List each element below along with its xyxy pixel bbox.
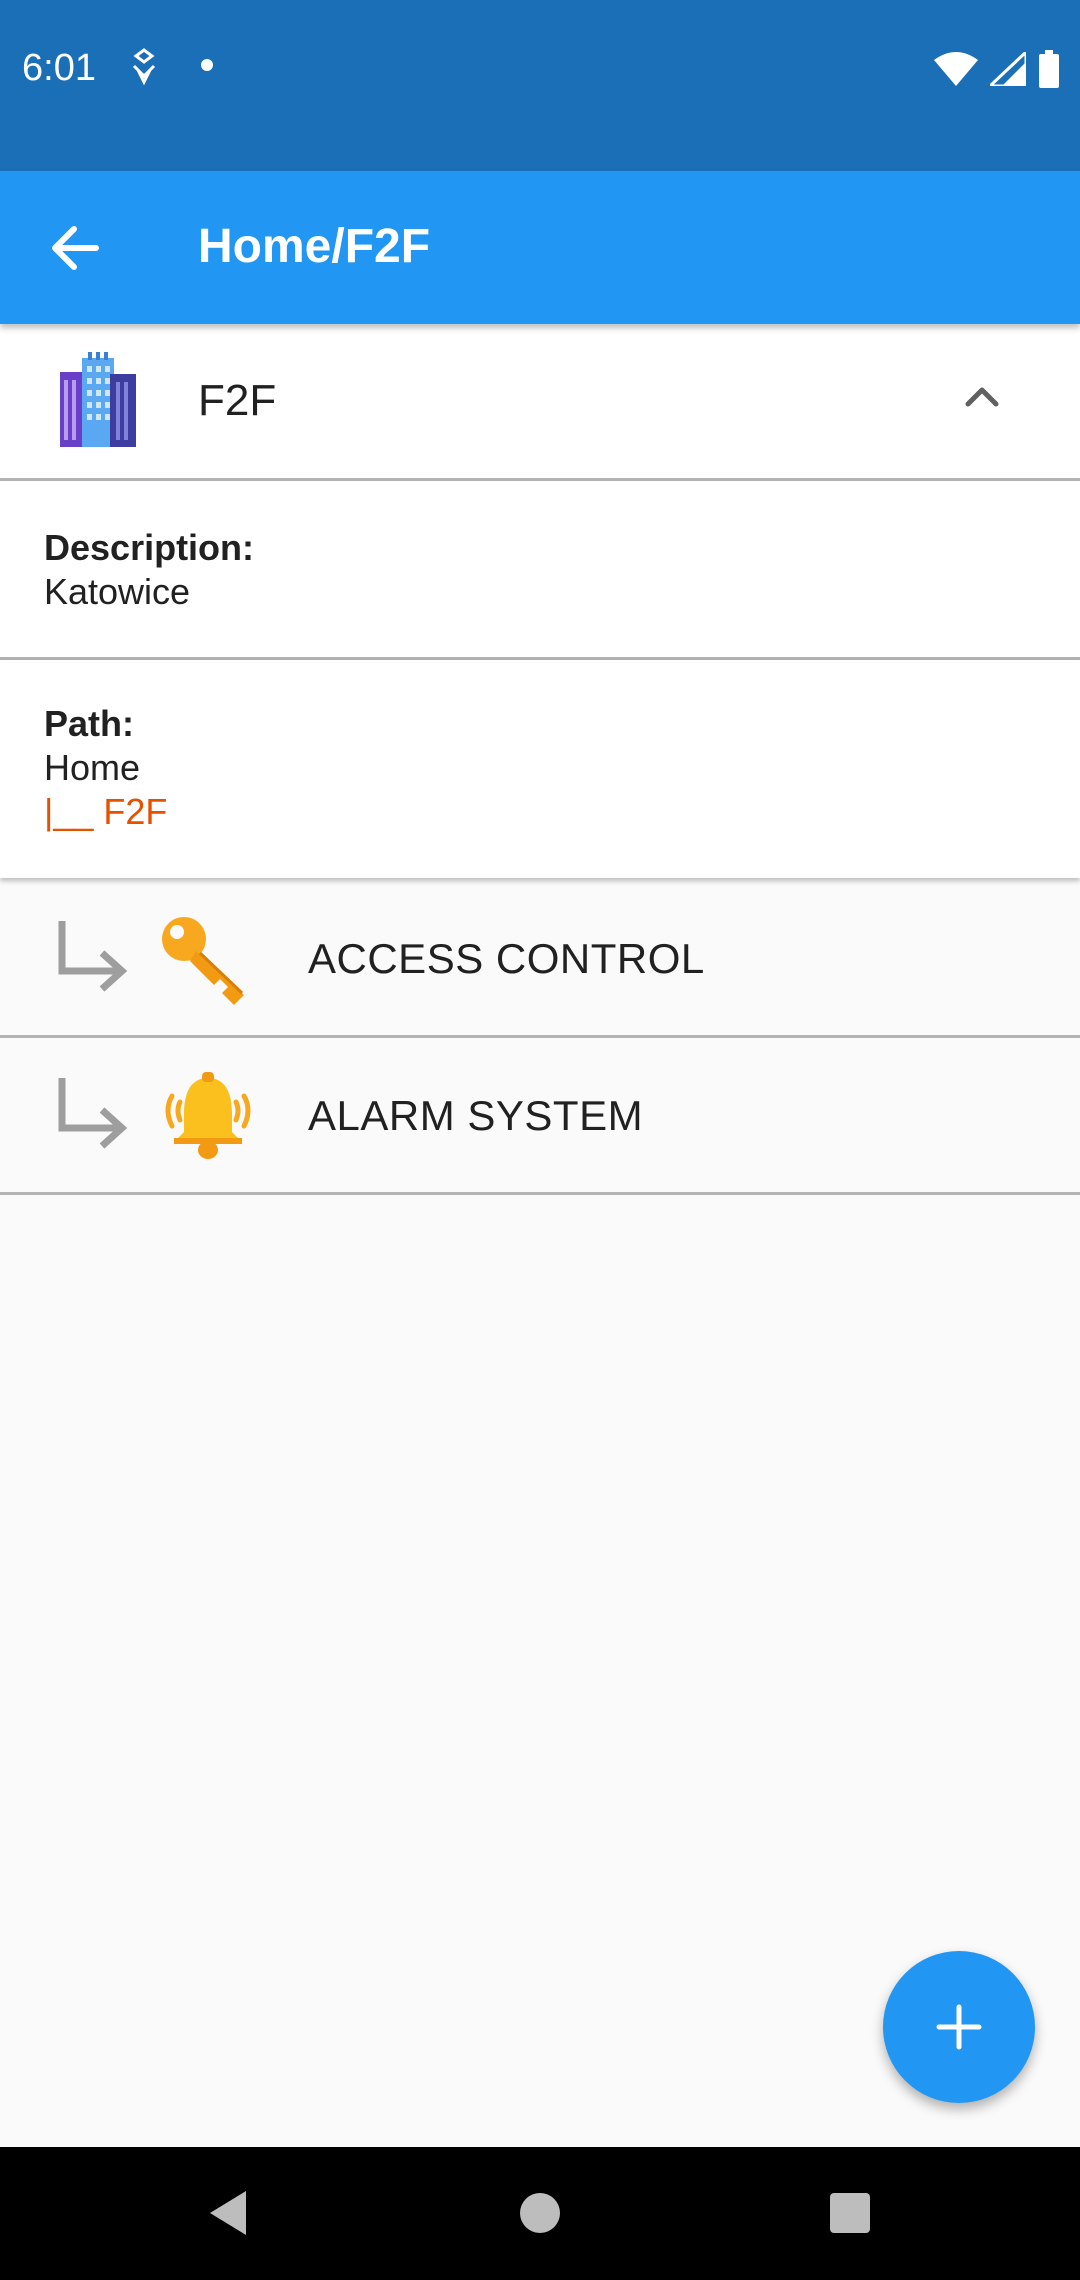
page-title: Home/F2F	[198, 220, 431, 273]
status-time: 6:01	[22, 47, 96, 89]
battery-icon	[1038, 50, 1060, 93]
description-label: Description:	[44, 527, 255, 568]
path-leaf: |__ F2F	[44, 791, 168, 832]
key-icon	[160, 913, 256, 1009]
item-label: ALARM SYSTEM	[308, 1092, 644, 1139]
back-nav-button[interactable]	[200, 2183, 260, 2243]
home-nav-icon	[520, 2193, 560, 2233]
item-label: ACCESS CONTROL	[308, 935, 705, 982]
header-name: F2F	[198, 376, 277, 425]
path-root: Home	[44, 747, 141, 788]
header-row[interactable]: F2F	[0, 324, 1080, 481]
app-bar: Home/F2F	[0, 171, 1080, 324]
plus-icon	[936, 2004, 982, 2050]
chevron-up-icon	[965, 387, 999, 407]
system-nav-bar	[0, 2147, 1080, 2280]
recents-nav-icon	[830, 2193, 870, 2233]
status-icons	[934, 48, 1060, 93]
collapse-button[interactable]	[952, 366, 1012, 426]
description-value: Katowice	[44, 571, 191, 612]
wifi-icon	[934, 52, 978, 91]
recents-nav-button[interactable]	[820, 2183, 880, 2243]
add-button[interactable]	[883, 1951, 1035, 2103]
subdirectory-arrow-icon	[56, 1076, 134, 1158]
signal-icon	[986, 48, 1028, 91]
list-item-access-control[interactable]: ACCESS CONTROL	[0, 881, 1080, 1038]
home-nav-button[interactable]	[510, 2183, 570, 2243]
dot-icon	[200, 58, 214, 77]
building-icon	[58, 352, 138, 447]
path-section: Path: Home |__ F2F	[0, 660, 1080, 878]
list-item-alarm-system[interactable]: ALARM SYSTEM	[0, 1038, 1080, 1195]
back-nav-icon	[210, 2191, 246, 2235]
back-button[interactable]	[40, 213, 110, 283]
arrow-back-icon	[52, 226, 99, 270]
path-label: Path:	[44, 703, 134, 744]
alarm-bell-icon	[160, 1070, 256, 1166]
status-bar: 6:01	[0, 0, 1080, 171]
notification-icon	[130, 48, 164, 93]
subdirectory-arrow-icon	[56, 919, 134, 1001]
description-section: Description: Katowice	[0, 481, 1080, 660]
